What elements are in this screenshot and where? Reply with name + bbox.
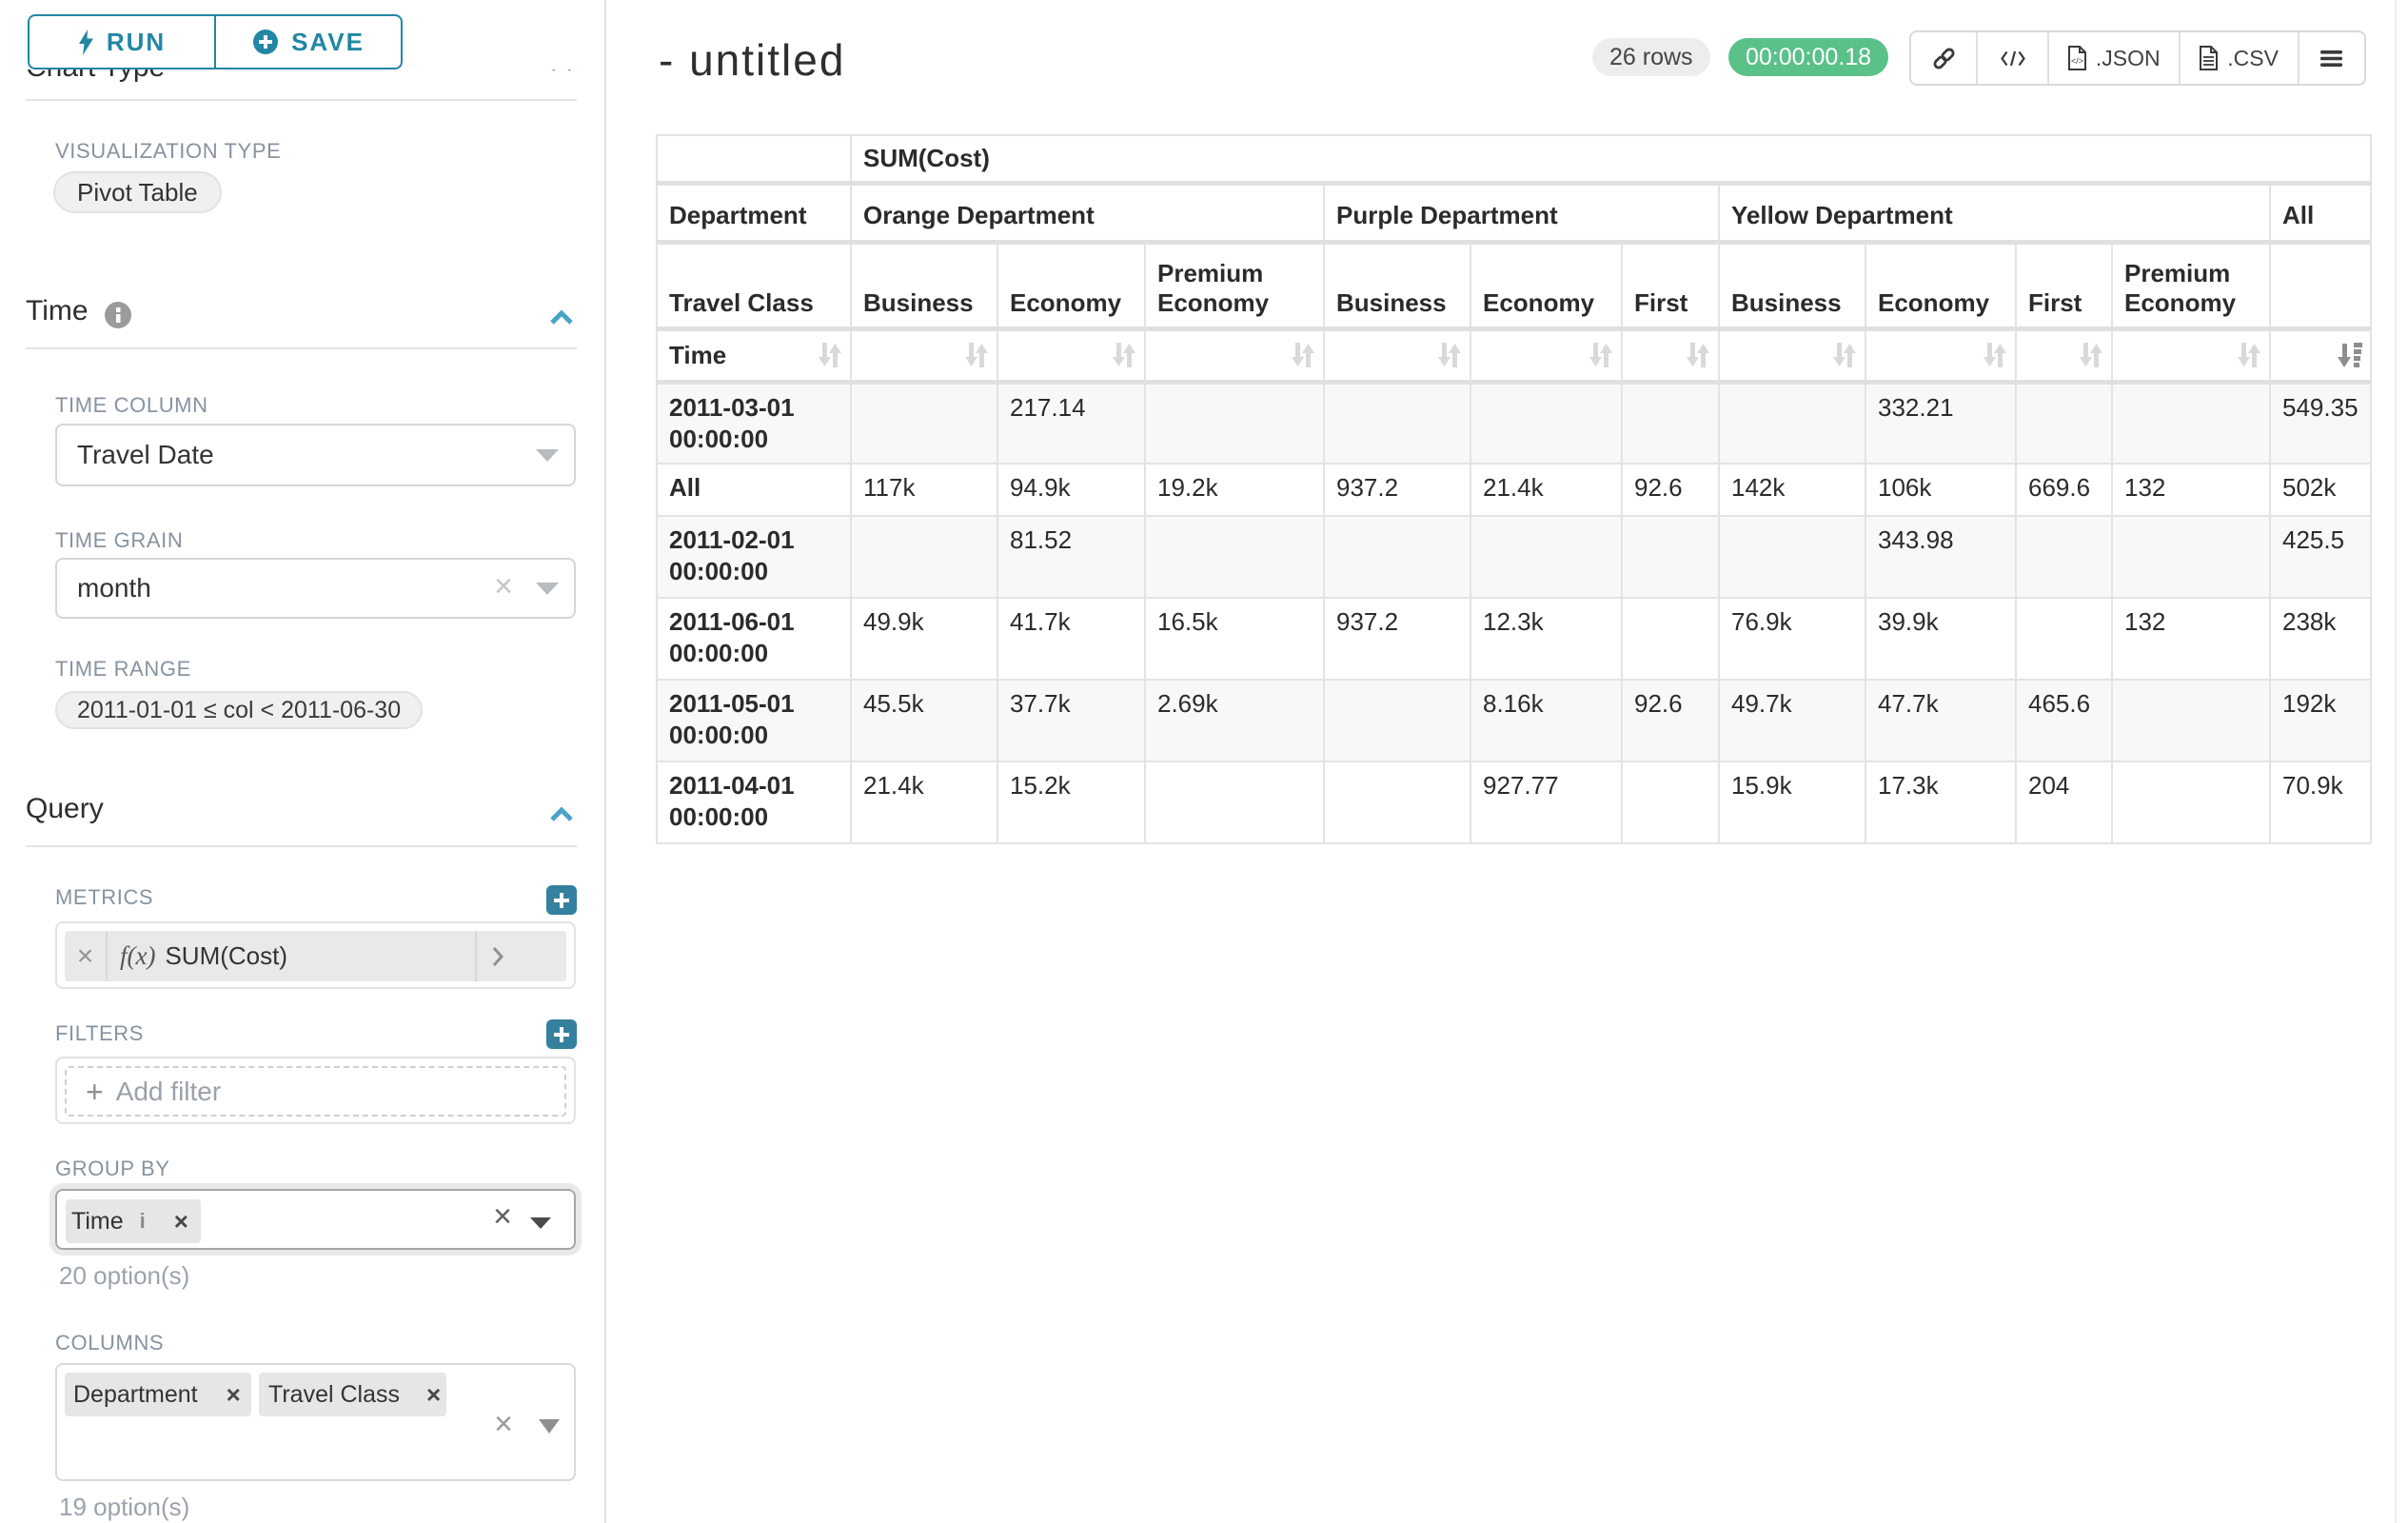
- svg-text:</>: </>: [2071, 56, 2083, 66]
